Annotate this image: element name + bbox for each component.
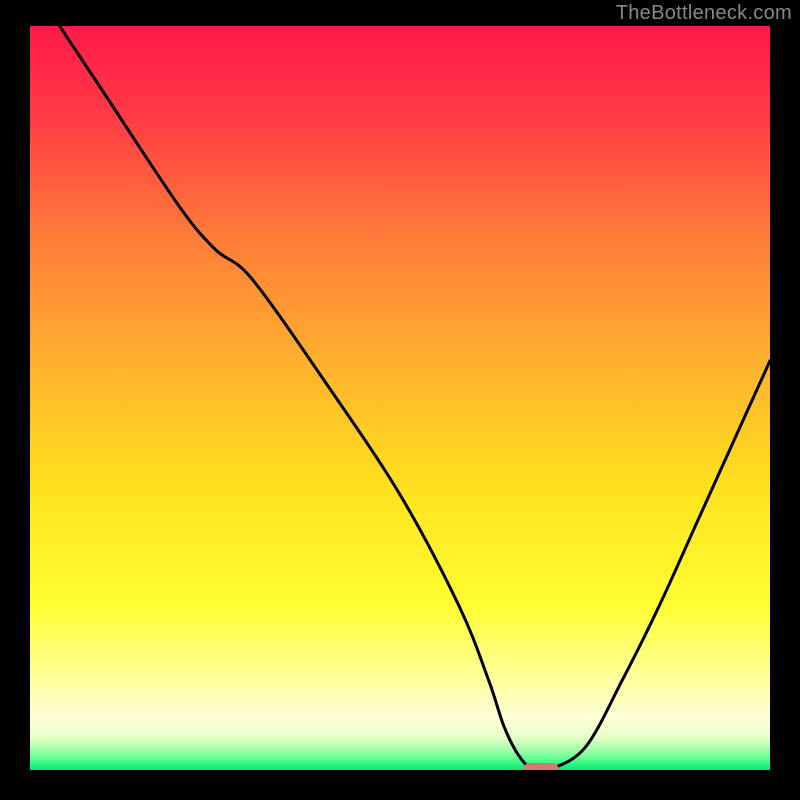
chart-container: TheBottleneck.com bbox=[0, 0, 800, 800]
curve-line bbox=[30, 26, 770, 770]
plot-area bbox=[30, 26, 770, 770]
data-marker bbox=[523, 763, 559, 770]
watermark-label: TheBottleneck.com bbox=[616, 2, 792, 25]
